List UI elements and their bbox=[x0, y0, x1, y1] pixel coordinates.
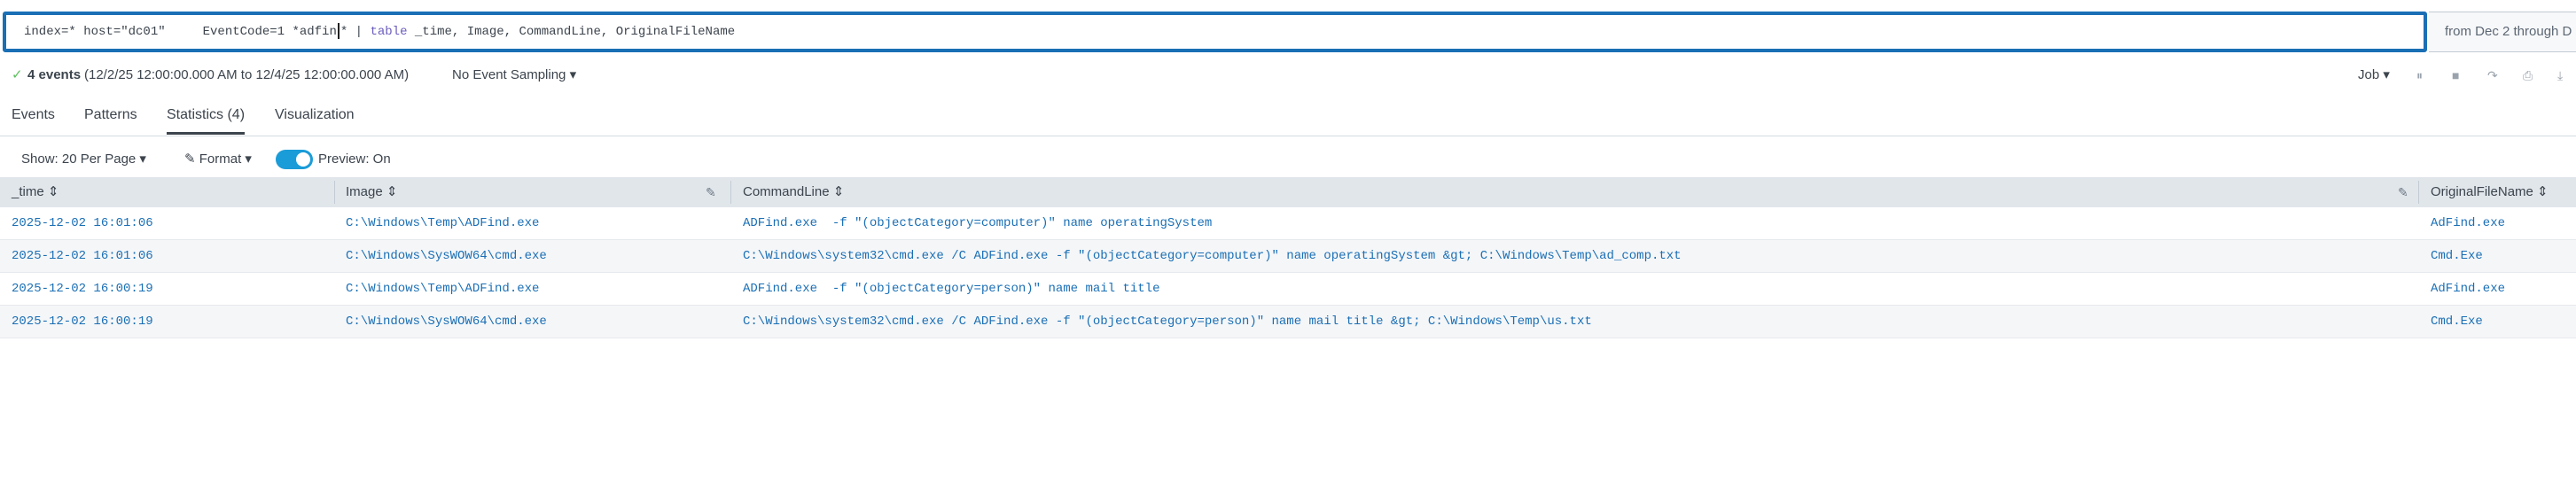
tab-statistics[interactable]: Statistics (4) bbox=[167, 96, 246, 135]
cell-commandline[interactable]: C:\Windows\system32\cmd.exe /C ADFind.ex… bbox=[743, 240, 1682, 272]
cell-time[interactable]: 2025-12-02 16:01:06 bbox=[12, 240, 153, 272]
cell-time[interactable]: 2025-12-02 16:00:19 bbox=[12, 306, 153, 338]
time-range-picker[interactable]: from Dec 2 through D bbox=[2429, 12, 2576, 52]
table-controls: Show: 20 Per Page ▾ ✎ Format ▾ Preview: … bbox=[0, 142, 2576, 177]
cell-image[interactable]: C:\Windows\SysWOW64\cmd.exe bbox=[346, 240, 547, 272]
tab-events[interactable]: Events bbox=[12, 96, 55, 135]
format-dropdown[interactable]: ✎ Format ▾ bbox=[184, 142, 252, 177]
share-icon[interactable]: ↷ bbox=[2487, 62, 2498, 89]
edit-column-icon[interactable]: ✎ bbox=[706, 177, 716, 207]
cell-originalfilename[interactable]: Cmd.Exe bbox=[2431, 240, 2483, 272]
job-menu[interactable]: Job ▾ bbox=[2358, 62, 2390, 89]
table-row[interactable]: 2025-12-02 16:00:19 C:\Windows\Temp\ADFi… bbox=[0, 273, 2576, 306]
check-icon: ✓ bbox=[12, 67, 23, 82]
page-size-dropdown[interactable]: Show: 20 Per Page ▾ bbox=[21, 142, 146, 177]
table-row[interactable]: 2025-12-02 16:01:06 C:\Windows\SysWOW64\… bbox=[0, 240, 2576, 273]
pause-icon[interactable]: ⏸ bbox=[2416, 62, 2423, 89]
cell-originalfilename[interactable]: AdFind.exe bbox=[2431, 207, 2505, 239]
tab-patterns[interactable]: Patterns bbox=[84, 96, 137, 135]
column-divider bbox=[2418, 181, 2419, 204]
column-divider bbox=[334, 181, 335, 204]
table-header: _time ⇕ Image ⇕ ✎ CommandLine ⇕ ✎ Origin… bbox=[0, 177, 2576, 207]
results-tabs: Events Patterns Statistics (4) Visualiza… bbox=[0, 96, 2576, 136]
cell-originalfilename[interactable]: AdFind.exe bbox=[2431, 273, 2505, 305]
cell-originalfilename[interactable]: Cmd.Exe bbox=[2431, 306, 2483, 338]
column-divider bbox=[730, 181, 731, 204]
cell-image[interactable]: C:\Windows\Temp\ADFind.exe bbox=[346, 273, 539, 305]
cell-commandline[interactable]: C:\Windows\system32\cmd.exe /C ADFind.ex… bbox=[743, 306, 1592, 338]
preview-label: Preview: On bbox=[318, 151, 391, 167]
query-text-rest: _time, Image, CommandLine, OriginalFileN… bbox=[407, 25, 736, 39]
cell-commandline[interactable]: ADFind.exe -f "(objectCategory=person)" … bbox=[743, 273, 1159, 305]
column-header-commandline[interactable]: CommandLine ⇕ bbox=[743, 177, 844, 207]
export-icon[interactable]: ⤓ bbox=[2557, 62, 2563, 89]
search-input[interactable]: index=* host="dc01" EventCode=1 *adfin * … bbox=[3, 12, 2427, 52]
cell-time[interactable]: 2025-12-02 16:00:19 bbox=[12, 273, 153, 305]
query-text-after-caret: * | bbox=[340, 25, 371, 39]
table-row[interactable]: 2025-12-02 16:00:19 C:\Windows\SysWOW64\… bbox=[0, 306, 2576, 338]
table-row[interactable]: 2025-12-02 16:01:06 C:\Windows\Temp\ADFi… bbox=[0, 207, 2576, 240]
preview-toggle[interactable] bbox=[276, 150, 313, 169]
cell-commandline[interactable]: ADFind.exe -f "(objectCategory=computer)… bbox=[743, 207, 1212, 239]
print-icon[interactable]: ⎙ bbox=[2523, 62, 2533, 89]
stop-icon[interactable]: ■ bbox=[2452, 62, 2459, 89]
query-text-before-caret: index=* host="dc01" EventCode=1 *adfin bbox=[24, 25, 337, 39]
search-status-row: ✓ 4 events (12/2/25 12:00:00.000 AM to 1… bbox=[0, 62, 2576, 89]
column-header-originalfilename[interactable]: OriginalFileName ⇕ bbox=[2431, 177, 2549, 207]
cell-time[interactable]: 2025-12-02 16:01:06 bbox=[12, 207, 153, 239]
event-sampling-dropdown[interactable]: No Event Sampling ▾ bbox=[452, 62, 576, 89]
column-header-time[interactable]: _time ⇕ bbox=[12, 177, 59, 207]
column-header-image[interactable]: Image ⇕ bbox=[346, 177, 397, 207]
cell-image[interactable]: C:\Windows\Temp\ADFind.exe bbox=[346, 207, 539, 239]
tab-visualization[interactable]: Visualization bbox=[275, 96, 355, 135]
statistics-table: _time ⇕ Image ⇕ ✎ CommandLine ⇕ ✎ Origin… bbox=[0, 177, 2576, 338]
toggle-knob bbox=[296, 152, 310, 167]
cell-image[interactable]: C:\Windows\SysWOW64\cmd.exe bbox=[346, 306, 547, 338]
events-time-range: (12/2/25 12:00:00.000 AM to 12/4/25 12:0… bbox=[84, 67, 410, 82]
text-caret bbox=[337, 23, 340, 40]
edit-column-icon[interactable]: ✎ bbox=[2398, 177, 2408, 207]
search-bar-row: index=* host="dc01" EventCode=1 *adfin * … bbox=[0, 0, 2576, 62]
query-keyword: table bbox=[370, 25, 408, 39]
events-count: 4 events bbox=[27, 67, 82, 82]
